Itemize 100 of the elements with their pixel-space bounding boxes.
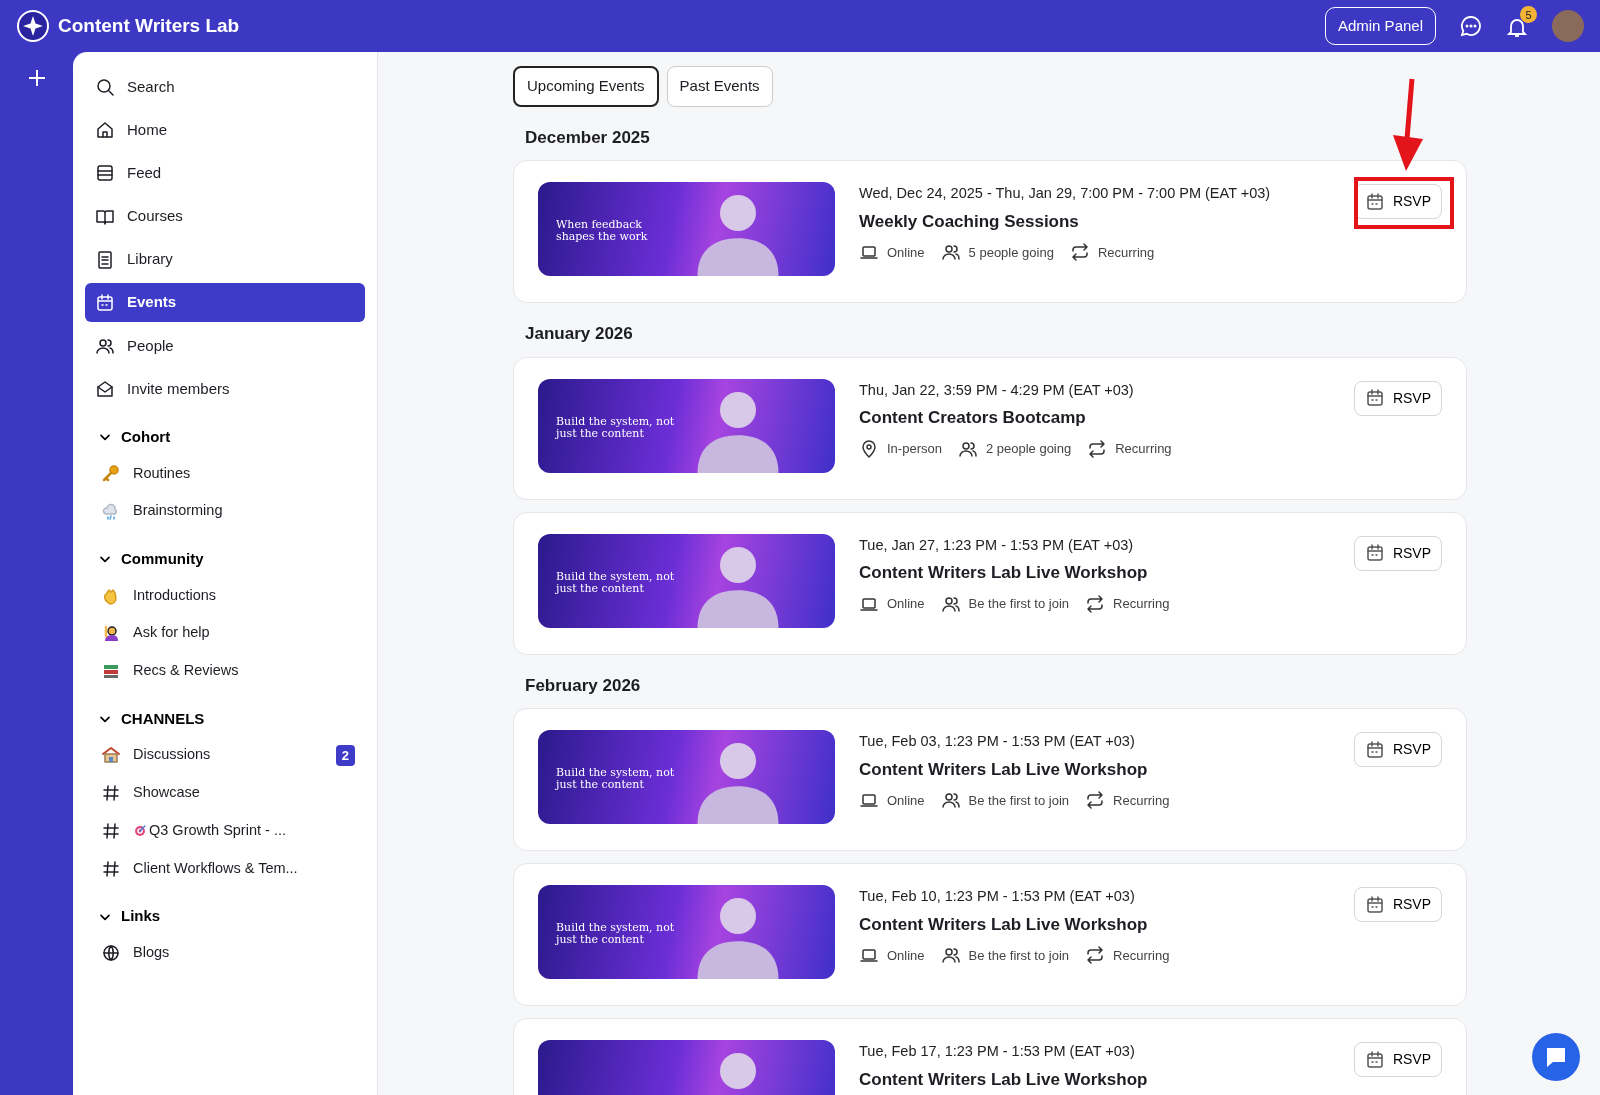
rsvp-button[interactable]: RSVP [1353, 380, 1442, 416]
recurrence: Recurring [1097, 243, 1155, 262]
recurrence: Recurring [1115, 440, 1172, 458]
sidebar-item[interactable]: Courses [85, 197, 365, 236]
event-date: Thu, Jan 22, 3:59 PM - 4:29 PM (EAT +03) [859, 380, 1135, 400]
sidebar-item[interactable]: Home [85, 111, 365, 150]
banner-headline: Build the system, not just the content [556, 922, 676, 947]
sidebar-item[interactable]: Brainstorming [85, 492, 365, 531]
event-date: Tue, Feb 17, 1:23 PM - 1:53 PM (EAT +03) [859, 1042, 1136, 1061]
recurrence: Recurring [1113, 791, 1170, 810]
event-location: Online [887, 791, 925, 810]
event-title: Content Writers Lab Live Workshop [859, 758, 1149, 781]
repeat-icon [1085, 790, 1106, 811]
globe-icon [101, 942, 121, 963]
event-location: In-person [887, 440, 942, 458]
document-icon [95, 249, 115, 270]
sidebar-item-label: Recs & Reviews [133, 661, 239, 681]
rsvp-button[interactable]: RSVP [1353, 887, 1442, 922]
sidebar-item-label: Q3 Growth Sprint - ... [149, 820, 286, 840]
sidebar-item-label: Brainstorming [133, 501, 223, 521]
search-icon [95, 77, 115, 98]
event-date: Tue, Jan 27, 1:23 PM - 1:53 PM (EAT +03) [859, 535, 1135, 555]
people-icon [940, 945, 961, 966]
event-title: Content Writers Lab Live Workshop [859, 913, 1149, 936]
recurrence: Recurring [1113, 946, 1170, 965]
calendar-icon [1364, 388, 1385, 408]
rsvp-button[interactable]: RSVP [1353, 535, 1442, 571]
tab[interactable]: Past Events [666, 66, 773, 107]
calendar-icon [1364, 543, 1385, 563]
logo-icon [16, 9, 50, 43]
rsvp-button[interactable]: RSVP [1353, 1042, 1442, 1077]
person-silhouette [720, 1053, 756, 1089]
repeat-icon [1085, 945, 1106, 966]
recurrence: Recurring [1113, 595, 1170, 613]
house-icon [101, 745, 121, 766]
tab[interactable]: Upcoming Events [513, 66, 659, 107]
sidebar-item[interactable]: Showcase [85, 774, 365, 812]
sidebar-item[interactable]: Library [85, 240, 365, 279]
sidebar-item[interactable]: Invite members [85, 369, 365, 409]
list-icon [95, 163, 115, 184]
banner-headline: Build the system, not just the content [556, 415, 676, 440]
plus-icon[interactable] [26, 68, 47, 88]
admin-panel-button[interactable]: Admin Panel [1324, 6, 1436, 46]
banner-headline: Build the system, not just the content [556, 767, 676, 792]
hash-icon [101, 783, 121, 804]
hash-icon [101, 820, 121, 841]
sidebar-item[interactable]: Routines [85, 454, 365, 493]
people-icon [940, 790, 961, 811]
location-pin-icon [859, 438, 879, 459]
event-location: Online [887, 946, 925, 965]
envelope-icon [95, 378, 115, 399]
sidebar-item-label: Introductions [133, 585, 217, 605]
sidebar-item[interactable]: Events [85, 283, 365, 322]
attendance: Be the first to join [968, 791, 1070, 810]
rsvp-button[interactable]: RSVP [1353, 732, 1442, 767]
banner-headline: When feedback shapes the work [556, 219, 649, 244]
sidebar-item-label: Showcase [133, 783, 200, 803]
sidebar-item[interactable]: Ask for help [85, 614, 365, 653]
repeat-icon [1069, 242, 1090, 263]
hash-icon [101, 858, 121, 879]
sidebar-item[interactable]: Feed [85, 154, 365, 193]
calendar-icon [1364, 191, 1385, 212]
attendance: Be the first to join [968, 595, 1070, 613]
chat-button[interactable] [1532, 1033, 1580, 1081]
calendar-icon [1364, 894, 1385, 915]
section-header[interactable]: Cohort [97, 426, 171, 449]
section-header[interactable]: CHANNELS [97, 707, 205, 731]
attendance: Be the first to join [968, 946, 1070, 965]
event-title: Content Writers Lab Live Workshop [859, 562, 1149, 585]
month-heading: January 2026 [525, 323, 634, 345]
sidebar-item[interactable]: People [85, 326, 365, 366]
sidebar-item[interactable]: Recs & Reviews [85, 652, 365, 690]
sidebar-item[interactable]: Search [85, 68, 365, 107]
sidebar-item[interactable]: Q3 Growth Sprint - ... [85, 811, 365, 850]
sidebar-item[interactable]: Introductions [85, 576, 365, 615]
sidebar-item-label: Discussions [133, 745, 211, 765]
sidebar-item-label: Ask for help [133, 623, 210, 643]
month-heading: February 2026 [525, 674, 642, 697]
banner-headline: Build the system, not just the content [556, 570, 676, 595]
sidebar-item-label: Blogs [133, 942, 170, 962]
event-title: Content Writers Lab Live Workshop [859, 1068, 1148, 1091]
target-icon [133, 823, 147, 838]
notification-badge: 5 [1520, 6, 1537, 24]
sidebar-item[interactable]: Client Workflows & Tem... [85, 849, 365, 888]
repeat-icon [1087, 438, 1108, 459]
repeat-icon [1085, 593, 1106, 614]
chat-icon[interactable] [1460, 15, 1482, 37]
people-icon [940, 242, 961, 263]
section-header[interactable]: Links [97, 905, 161, 928]
event-location: Online [887, 595, 925, 613]
sidebar-item-label: Client Workflows & Tem... [133, 858, 298, 878]
section-header[interactable]: Community [97, 548, 204, 571]
calendar-icon [95, 292, 115, 313]
sidebar-item[interactable]: Discussions 2 [85, 736, 365, 775]
sidebar-item-label: Routines [133, 463, 191, 483]
calendar-icon [1364, 1049, 1385, 1070]
sidebar-item[interactable]: Blogs [85, 933, 365, 972]
event-location: Online [887, 243, 925, 262]
attendance: 2 people going [985, 440, 1072, 458]
count-badge: 2 [335, 744, 355, 767]
